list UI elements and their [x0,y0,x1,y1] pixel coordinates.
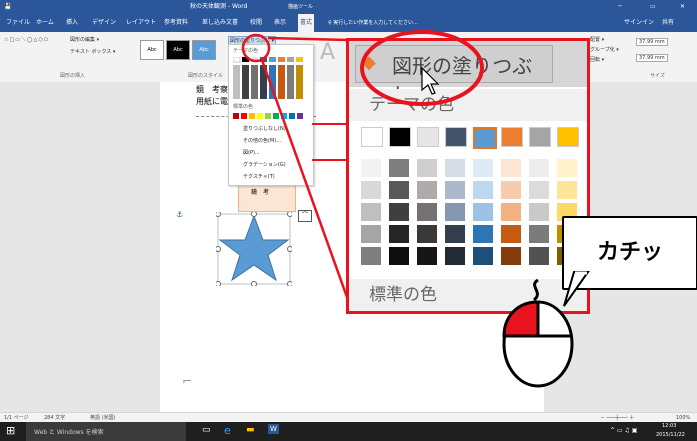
zoom-shade-swatch[interactable] [473,203,493,221]
tray-icons[interactable]: ^ ▭ ♫ ▣ [610,427,637,434]
mouse-cursor-icon [421,66,440,95]
zoom-shade-swatch[interactable] [445,159,465,177]
zoom-shade-swatch[interactable] [389,181,409,199]
edge-browser-icon[interactable]: e [224,424,231,437]
zoom-theme-swatch[interactable] [417,127,439,147]
zoom-color-grid[interactable] [349,123,587,273]
zoom-shade-swatch[interactable] [445,247,465,265]
zoom-shade-swatch[interactable] [529,159,549,177]
zoom-theme-swatch[interactable] [501,127,523,147]
windows-start-icon[interactable]: ⊞ [6,424,15,437]
zoom-shade-swatch[interactable] [389,203,409,221]
zoom-shade-swatch[interactable] [529,247,549,265]
clock-time[interactable]: 12:03 [662,423,676,429]
zoom-shade-swatch[interactable] [389,159,409,177]
zoom-theme-swatch[interactable] [445,127,467,147]
zoom-shade-swatch[interactable] [361,203,381,221]
zoom-shade-swatch[interactable] [417,247,437,265]
zoom-shade-swatch[interactable] [361,181,381,199]
zoom-theme-swatch[interactable] [473,127,497,149]
task-view-icon[interactable]: ▭ [202,425,211,435]
zoom-shade-swatch[interactable] [501,203,521,221]
zoom-shade-swatch[interactable] [417,203,437,221]
clock-date[interactable]: 2015/11/22 [656,432,685,438]
zoom-shade-swatch[interactable] [557,181,577,199]
zoom-shade-swatch[interactable] [473,247,493,265]
zoom-shade-swatch[interactable] [445,225,465,243]
zoom-shade-swatch[interactable] [529,181,549,199]
zoom-shade-swatch[interactable] [361,159,381,177]
zoom-shade-swatch[interactable] [445,181,465,199]
zoom-shade-swatch[interactable] [473,225,493,243]
zoom-shade-swatch[interactable] [389,225,409,243]
zoom-theme-swatch[interactable] [529,127,551,147]
file-explorer-icon[interactable]: ▬ [246,425,255,435]
word-taskbar-icon[interactable]: W [268,424,279,434]
mouse-illustration-icon [502,278,574,388]
zoom-shade-swatch[interactable] [501,159,521,177]
zoom-shade-swatch[interactable] [417,225,437,243]
zoom-theme-swatch[interactable] [389,127,411,147]
taskbar: ⊞ Web と Windows を検索 ▭ e ▬ W ^ ▭ ♫ ▣ 12:0… [0,422,697,441]
zoom-shade-swatch[interactable] [473,181,493,199]
zoom-shade-swatch[interactable] [361,247,381,265]
zoom-shade-swatch[interactable] [501,247,521,265]
taskbar-search-text: Web と Windows を検索 [34,429,104,436]
zoom-shade-swatch[interactable] [417,159,437,177]
zoom-shade-swatch[interactable] [529,225,549,243]
zoom-theme-swatch[interactable] [361,127,383,147]
zoom-shade-swatch[interactable] [501,225,521,243]
zoom-shade-swatch[interactable] [557,159,577,177]
zoom-shade-swatch[interactable] [501,181,521,199]
zoom-shade-swatch[interactable] [473,159,493,177]
zoom-shade-swatch[interactable] [529,203,549,221]
zoom-shade-swatch[interactable] [417,181,437,199]
zoom-shade-swatch[interactable] [389,247,409,265]
zoom-shade-swatch[interactable] [445,203,465,221]
zoom-shade-swatch[interactable] [361,225,381,243]
zoom-theme-swatch[interactable] [557,127,579,147]
